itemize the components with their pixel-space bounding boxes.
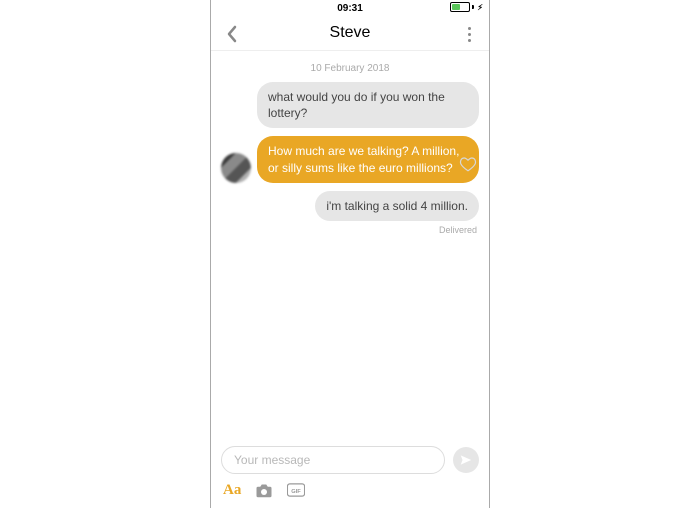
chat-header: Steve [211,16,489,51]
send-button[interactable] [453,447,479,473]
message-placeholder: Your message [234,453,310,467]
send-icon [459,453,473,467]
like-message-button[interactable] [459,155,477,173]
incoming-message: i'm talking a solid 4 million. [315,191,479,221]
date-separator: 10 February 2018 [221,63,479,74]
outgoing-message: How much are we talking? A million, or s… [257,136,479,182]
composer: Your message [211,440,489,476]
gif-icon: GIF [287,483,305,497]
status-time: 09:31 [337,3,363,14]
chevron-left-icon [226,25,237,43]
camera-button[interactable] [255,483,273,498]
battery-indicator: ⚡︎ [450,2,483,12]
message-row: i'm talking a solid 4 million. [221,191,479,221]
delivery-status: Delivered [221,225,477,235]
message-list[interactable]: 10 February 2018 what would you do if yo… [211,51,489,440]
chat-title: Steve [330,24,371,42]
status-bar: 09:31 ⚡︎ [211,0,489,16]
more-options-button[interactable] [457,22,481,46]
svg-text:GIF: GIF [292,489,302,495]
back-button[interactable] [219,22,243,46]
message-row: How much are we talking? A million, or s… [221,136,479,182]
avatar[interactable] [221,153,251,183]
heart-icon [459,155,477,173]
composer-toolbar: Aa GIF [211,476,489,508]
message-input[interactable]: Your message [221,446,445,474]
text-format-button[interactable]: Aa [223,482,241,499]
gif-button[interactable]: GIF [287,483,305,497]
more-vertical-icon [468,27,471,42]
chat-screen: 09:31 ⚡︎ Steve 10 February 2018 what wou… [210,0,490,508]
message-row: what would you do if you won the lottery… [221,82,479,128]
camera-icon [255,483,273,498]
charging-icon: ⚡︎ [477,3,483,12]
incoming-message: what would you do if you won the lottery… [257,82,479,128]
